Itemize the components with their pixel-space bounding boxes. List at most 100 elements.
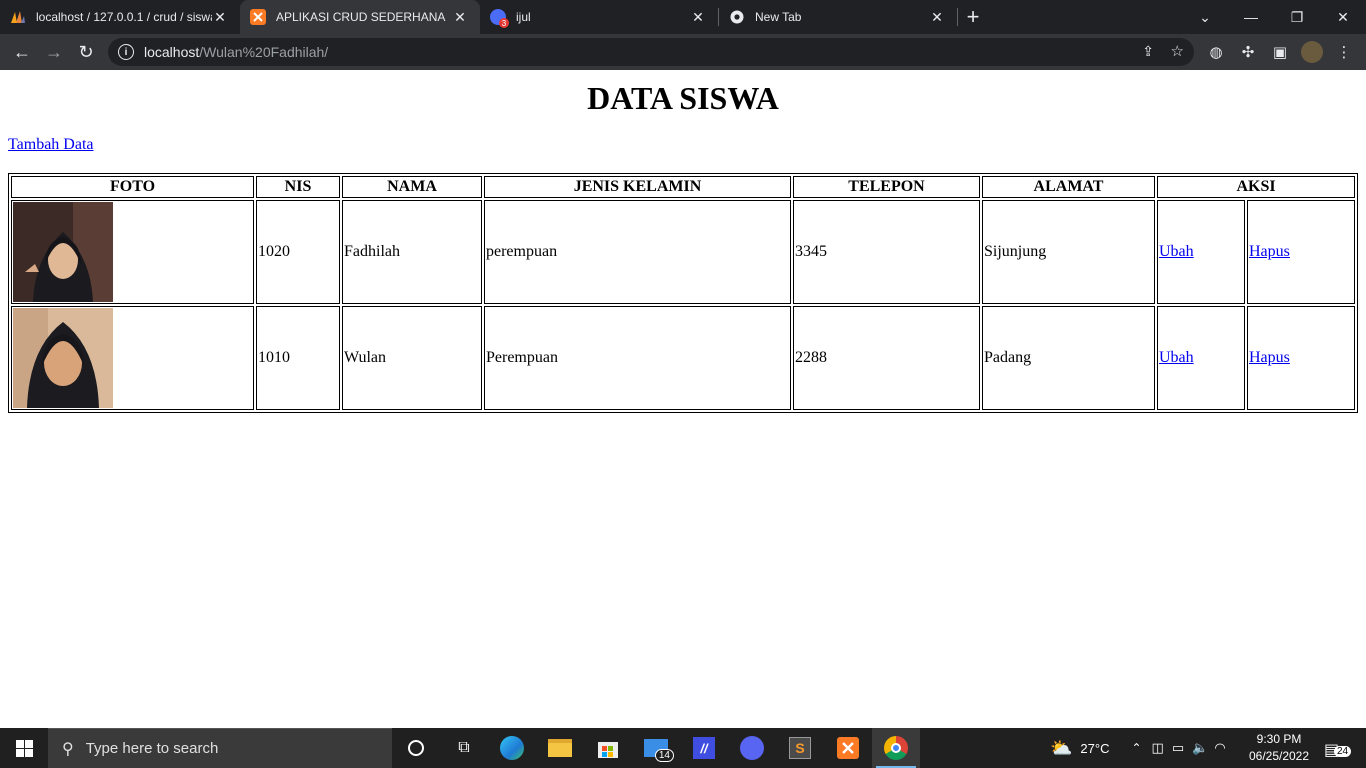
alamat-cell: Padang [982, 306, 1155, 410]
share-icon[interactable]: ⇪ [1142, 43, 1154, 60]
clock-time: 9:30 PM [1256, 732, 1302, 746]
sublime-app[interactable]: S [776, 728, 824, 768]
notification-button[interactable]: ▤ 24 [1322, 736, 1352, 762]
tab-strip: localhost / 127.0.0.1 / crud / siswa ✕ A… [0, 0, 1366, 34]
header-telepon: TELEPON [793, 176, 980, 198]
student-photo [13, 308, 113, 408]
xampp-app[interactable] [824, 728, 872, 768]
taskbar-search-input[interactable]: ⚲ Type here to search [48, 728, 392, 768]
student-photo [13, 202, 113, 302]
edit-cell: Ubah [1157, 200, 1245, 304]
xampp-icon [250, 9, 266, 25]
edit-cell: Ubah [1157, 306, 1245, 410]
edit-link[interactable]: Ubah [1159, 243, 1194, 260]
site-info-icon[interactable]: i [118, 44, 134, 60]
edge-app[interactable] [488, 728, 536, 768]
delete-cell: Hapus [1247, 200, 1355, 304]
new-tab-button[interactable]: + [958, 0, 988, 34]
task-view-button[interactable]: ⧉ [440, 728, 488, 768]
chevron-up-icon[interactable]: ⌃ [1131, 741, 1141, 755]
table-row: 1020 Fadhilah perempuan 3345 Sijunjung U… [11, 200, 1355, 304]
discord-app[interactable] [728, 728, 776, 768]
site-icon: 3 [490, 9, 509, 28]
notification-badge: 24 [1334, 746, 1352, 757]
chrome-icon [884, 736, 908, 760]
clock-date: 06/25/2022 [1248, 749, 1310, 763]
discord-icon [740, 736, 764, 760]
close-tab-icon[interactable]: ✕ [690, 9, 706, 26]
volume-icon[interactable]: 🔈 [1192, 740, 1208, 756]
tab-phpmyadmin[interactable]: localhost / 127.0.0.1 / crud / siswa ✕ [0, 0, 240, 34]
translate-icon[interactable]: ◍ [1200, 36, 1232, 68]
header-nama: NAMA [342, 176, 482, 198]
back-button[interactable]: ← [6, 36, 38, 68]
page-content: DATA SISWA Tambah Data FOTO NIS NAMA JEN… [0, 70, 1366, 728]
bookmark-star-icon[interactable]: ☆ [1171, 42, 1184, 60]
vscode-app[interactable]: // [680, 728, 728, 768]
alamat-cell: Sijunjung [982, 200, 1155, 304]
task-view-icon: ⧉ [458, 739, 470, 756]
wifi-icon[interactable]: ◠ [1214, 740, 1225, 756]
edit-link[interactable]: Ubah [1159, 349, 1194, 366]
close-tab-icon[interactable]: ✕ [929, 9, 945, 26]
mail-app[interactable]: 14 [632, 728, 680, 768]
delete-cell: Hapus [1247, 306, 1355, 410]
delete-link[interactable]: Hapus [1249, 243, 1290, 260]
file-explorer-app[interactable] [536, 728, 584, 768]
profile-avatar[interactable] [1296, 36, 1328, 68]
delete-link[interactable]: Hapus [1249, 349, 1290, 366]
tab-new-tab[interactable]: New Tab ✕ [719, 0, 957, 34]
photo-cell [11, 306, 254, 410]
extensions-icon[interactable]: ✣ [1232, 36, 1264, 68]
header-foto: FOTO [11, 176, 254, 198]
tab-search-icon[interactable]: ⌄ [1182, 0, 1228, 34]
close-tab-icon[interactable]: ✕ [212, 9, 228, 26]
header-nis: NIS [256, 176, 340, 198]
side-panel-icon[interactable]: ▣ [1264, 36, 1296, 68]
header-alamat: ALAMAT [982, 176, 1155, 198]
store-app[interactable] [584, 728, 632, 768]
tab-title: ijul [516, 10, 531, 24]
weather-temp[interactable]: 27°C [1080, 741, 1109, 756]
header-jenis-kelamin: JENIS KELAMIN [484, 176, 791, 198]
tab-title: localhost / 127.0.0.1 / crud / siswa [36, 10, 212, 24]
system-tray: ⛅ 27°C ⌃ ◫ ▭ 🔈 ◠ [1050, 728, 1226, 768]
student-table: FOTO NIS NAMA JENIS KELAMIN TELEPON ALAM… [8, 173, 1358, 413]
close-window-button[interactable]: ✕ [1320, 0, 1366, 34]
nis-cell: 1020 [256, 200, 340, 304]
mail-badge: 14 [654, 749, 674, 762]
sublime-icon: S [789, 737, 811, 759]
windows-logo-icon [15, 739, 33, 757]
photo-cell [11, 200, 254, 304]
restore-button[interactable]: ❐ [1274, 0, 1320, 34]
address-bar[interactable]: i localhost/Wulan%20Fadhilah/ ⇪ ☆ [108, 38, 1194, 66]
add-data-link[interactable]: Tambah Data [8, 136, 94, 154]
tab-crud-app[interactable]: APLIKASI CRUD SEDERHANA ✕ [240, 0, 480, 34]
start-button[interactable] [0, 728, 48, 768]
telepon-cell: 3345 [793, 200, 980, 304]
taskbar-clock[interactable]: 9:30 PM 06/25/2022 [1242, 731, 1316, 765]
minimize-button[interactable]: — [1228, 0, 1274, 34]
telepon-cell: 2288 [793, 306, 980, 410]
nama-cell: Fadhilah [342, 200, 482, 304]
tab-ijul[interactable]: 3 ijul ✕ [480, 0, 718, 34]
nis-cell: 1010 [256, 306, 340, 410]
close-tab-icon[interactable]: ✕ [452, 9, 468, 26]
reload-button[interactable]: ↻ [70, 36, 102, 68]
url-path: /Wulan%20Fadhilah/ [199, 44, 329, 60]
folder-icon [548, 739, 572, 757]
cortana-button[interactable] [392, 728, 440, 768]
url-host: localhost [144, 44, 200, 60]
chrome-app[interactable] [872, 728, 920, 768]
weather-icon[interactable]: ⛅ [1050, 738, 1072, 759]
tab-title: New Tab [755, 10, 802, 24]
menu-icon[interactable]: ⋮ [1328, 36, 1360, 68]
table-header-row: FOTO NIS NAMA JENIS KELAMIN TELEPON ALAM… [11, 176, 1355, 198]
forward-button[interactable]: → [38, 36, 70, 68]
tab-title: APLIKASI CRUD SEDERHANA [276, 10, 446, 24]
search-icon: ⚲ [62, 740, 74, 758]
battery-icon[interactable]: ▭ [1172, 740, 1184, 756]
meet-now-icon[interactable]: ◫ [1152, 740, 1164, 756]
phpmyadmin-icon [10, 9, 26, 25]
table-row: 1010 Wulan Perempuan 2288 Padang Ubah Ha… [11, 306, 1355, 410]
